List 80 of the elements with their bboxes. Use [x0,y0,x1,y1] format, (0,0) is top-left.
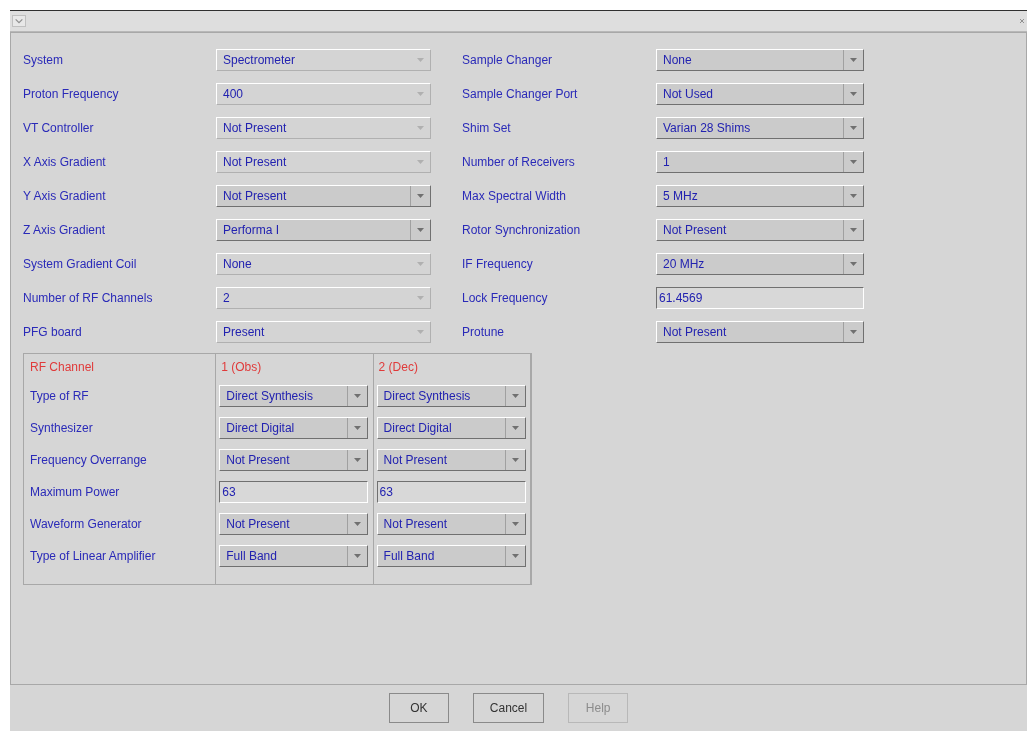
field-label: PFG board [23,324,82,341]
field-label: System Gradient Coil [23,256,137,273]
dropdown[interactable]: Not Present [376,513,526,535]
caret-icon [850,228,857,232]
field-label: 1 (Obs) [221,359,262,376]
caret-icon [416,330,424,334]
dropdown[interactable]: Performa I [216,219,431,241]
dialog-button[interactable]: Cancel [472,693,545,723]
menu-icon[interactable] [12,15,26,27]
field-label: Proton Frequency [23,86,119,103]
dropdown[interactable]: Direct Digital [219,417,369,439]
caret-icon [850,92,857,96]
dropdown[interactable]: Full Band [376,545,526,567]
caret-icon [850,160,857,164]
caret-icon [354,554,362,558]
dropdown[interactable]: None [656,49,864,71]
dropdown[interactable]: Direct Synthesis [376,385,526,407]
caret-icon [416,126,424,130]
field-label: Waveform Generator [30,516,142,533]
caret-icon [416,58,424,62]
field-label: Frequency Overrange [30,452,147,469]
field-label: Z Axis Gradient [23,222,106,239]
caret-icon [354,522,362,526]
caret-icon [511,554,519,558]
dropdown[interactable]: Full Band [219,545,369,567]
field-label: Number of RF Channels [23,290,153,307]
field-label: IF Frequency [462,256,533,273]
dropdown[interactable]: Not Present [656,321,864,343]
caret-icon [354,458,362,462]
caret-icon [850,194,857,198]
caret-icon [416,92,424,96]
field-label: Type of RF [30,388,89,405]
caret-icon [416,296,424,300]
caret-icon [850,330,857,334]
caret-icon [417,228,424,232]
dropdown[interactable]: Not Present [376,449,526,471]
field-label: VT Controller [23,120,94,137]
input-field[interactable]: 63 [219,481,369,503]
caret-icon [511,426,519,430]
field-label: Type of Linear Amplifier [30,548,156,565]
field-label: Sample Changer [462,52,553,69]
field-label: Synthesizer [30,420,93,437]
input-field[interactable]: 63 [376,481,526,503]
input-field[interactable]: 61.4569 [656,287,864,309]
field-label: Number of Receivers [462,154,575,171]
dropdown[interactable]: Not Present [216,185,431,207]
field-label: Protune [462,324,505,341]
dropdown[interactable]: Varian 28 Shims [656,117,864,139]
dropdown[interactable]: Not Present [219,449,369,471]
field-label: X Axis Gradient [23,154,106,171]
caret-icon [416,262,424,266]
field-label: Sample Changer Port [462,86,578,103]
dropdown[interactable]: 1 [656,151,864,173]
dropdown[interactable]: Not Present [219,513,369,535]
dropdown[interactable]: 5 MHz [656,185,864,207]
field-label: Max Spectral Width [462,188,567,205]
caret-icon [416,160,424,164]
dialog-button[interactable]: OK [388,693,449,723]
dropdown[interactable]: Direct Digital [376,417,526,439]
caret-icon [511,522,519,526]
caret-icon [511,458,519,462]
dropdown[interactable]: 20 MHz [656,253,864,275]
caret-icon [354,426,362,430]
field-label: System [23,52,63,69]
field-label: Lock Frequency [462,290,548,307]
dropdown[interactable]: Direct Synthesis [219,385,369,407]
caret-icon [354,394,362,398]
caret-icon [850,58,857,62]
caret-icon [417,194,424,198]
dropdown[interactable]: Not Present [656,219,864,241]
dropdown[interactable]: Not Used [656,83,864,105]
caret-icon [850,262,857,266]
field-label: Maximum Power [30,484,120,501]
caret-icon [850,126,857,130]
field-label: RF Channel [30,359,95,376]
field-label: Rotor Synchronization [462,222,581,239]
field-label: 2 (Dec) [378,359,418,376]
caret-icon [511,394,519,398]
field-label: Y Axis Gradient [23,188,106,205]
field-label: Shim Set [462,120,511,137]
